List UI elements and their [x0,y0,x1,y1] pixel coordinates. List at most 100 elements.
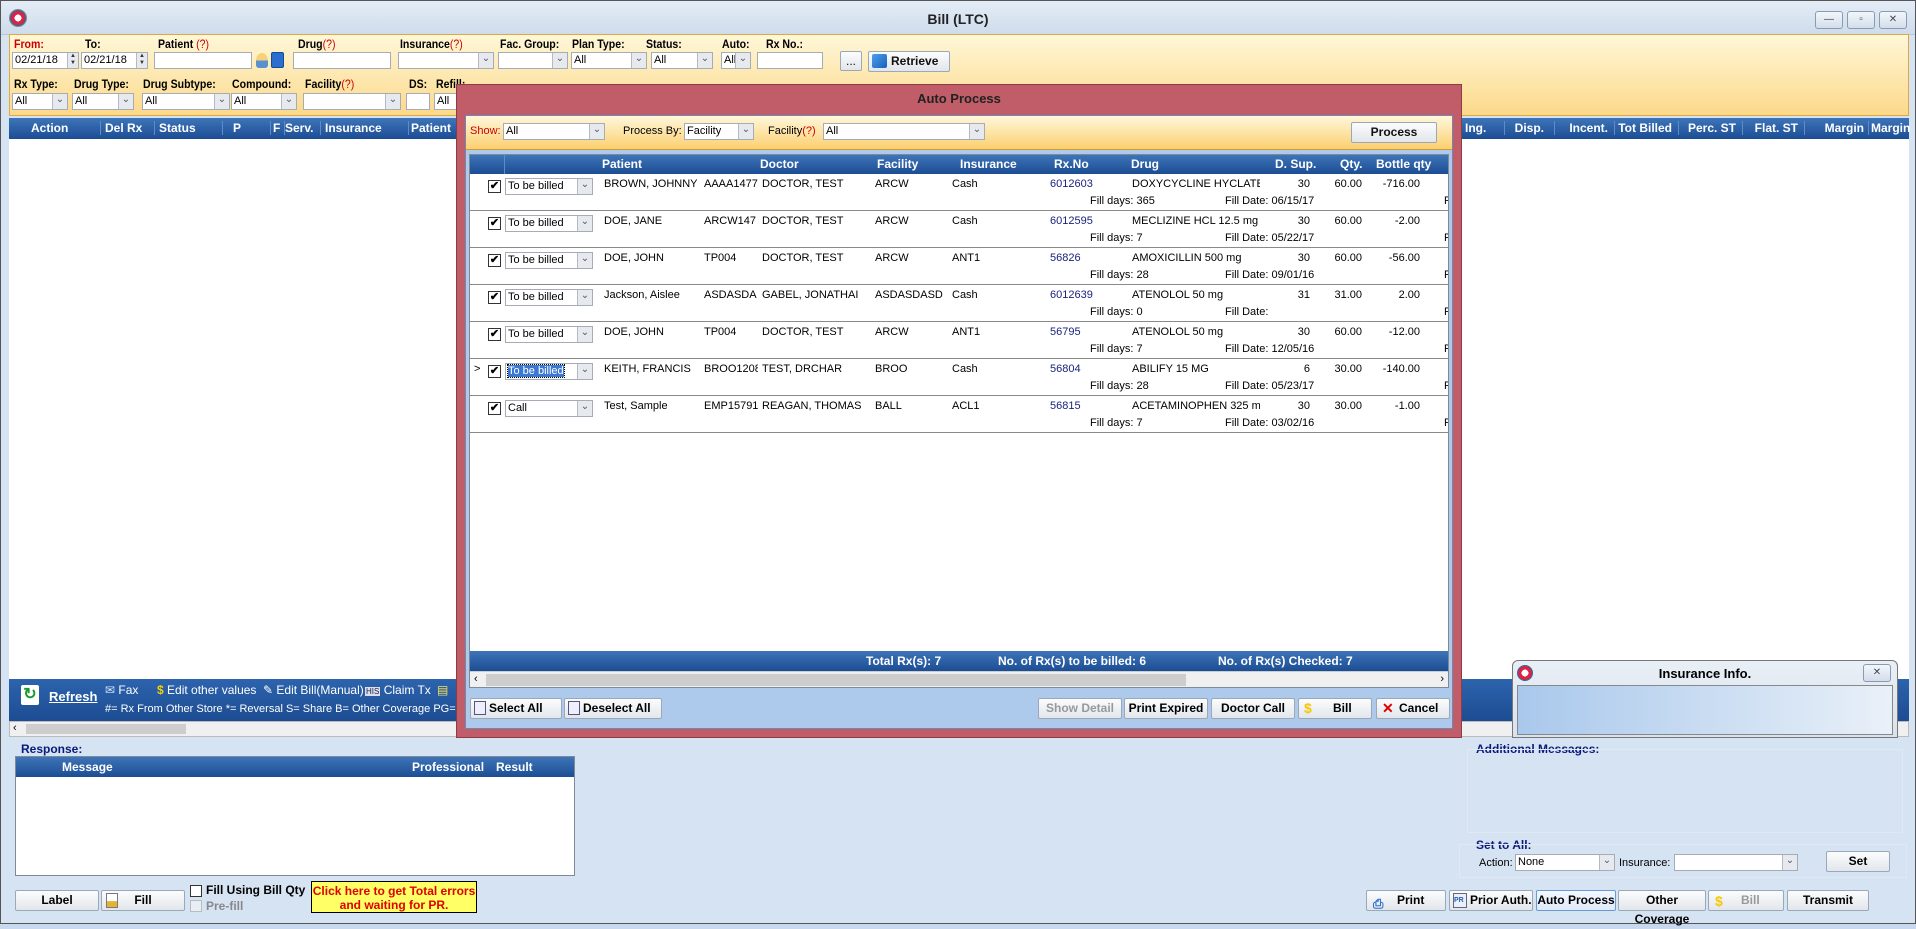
col-message[interactable]: Message [62,760,113,774]
col-qty[interactable]: Qty. [1340,157,1362,171]
col-margin[interactable]: Margin [1807,121,1869,135]
rx-row[interactable]: ✔ Call Test, Sample EMP15791 REAGAN, THOMAS B… [470,396,1448,433]
col-ing[interactable]: Ing. [1465,121,1505,135]
scroll-thumb[interactable] [486,674,1186,686]
to-date-field[interactable]: 02/21/18 ▲ ▼ [81,52,148,69]
col-bottle-qty[interactable]: Bottle qty [1376,157,1431,171]
plan-type-select[interactable]: All [571,52,647,69]
process-button[interactable]: Process [1351,122,1437,143]
row-checkbox[interactable]: ✔ [488,217,501,230]
col-insurance[interactable]: Insurance [960,157,1017,171]
row-action-select[interactable]: To be billed [505,215,593,232]
scroll-left-arrow[interactable]: ‹ [13,722,17,734]
rx-row[interactable]: ✔ To be billed DOE, JOHN TP004 DOCTOR, TEST A… [470,322,1448,359]
col-insurance[interactable]: Insurance [325,121,409,135]
print-button[interactable]: ⎙ Print [1366,890,1446,911]
fax-button[interactable]: ✉ Fax [105,683,138,697]
col-tot-billed[interactable]: Tot Billed [1617,121,1679,135]
cancel-button[interactable]: ✕ Cancel [1376,698,1450,719]
auto-process-horizontal-scrollbar[interactable]: ‹ › [470,671,1448,687]
row-rx-no[interactable]: 6012639 [1050,289,1110,301]
set-insurance-select[interactable] [1674,854,1798,871]
facility-select[interactable] [303,93,401,110]
set-button[interactable]: Set [1826,851,1890,872]
row-rx-no[interactable]: 56815 [1050,400,1110,412]
rx-row[interactable]: ✔ To be billed DOE, JOHN TP004 DOCTOR, TEST A… [470,248,1448,285]
col-patient[interactable]: Patient [411,121,461,135]
rx-row[interactable]: ✔ To be billed DOE, JANE ARCW147 DOCTOR, TES… [470,211,1448,248]
col-disp[interactable]: Disp. [1507,121,1555,135]
compound-select[interactable]: All [231,93,297,110]
row-checkbox[interactable]: ✔ [488,291,501,304]
from-date-spinner[interactable]: ▲ ▼ [67,53,78,68]
row-action-select[interactable]: To be billed [505,326,593,343]
row-action-select[interactable]: To be billed [505,252,593,269]
col-f[interactable]: F [273,121,285,135]
fill-button[interactable]: Fill [101,890,185,911]
restore-button[interactable]: ▫ [1847,11,1875,29]
show-select[interactable]: All [503,123,605,140]
col-serv[interactable]: Serv. [285,121,321,135]
process-by-select[interactable]: Facility [684,123,754,140]
patient-input[interactable] [154,52,252,69]
fac-group-select[interactable] [498,52,568,69]
to-date-spinner[interactable]: ▲ ▼ [136,53,147,68]
col-patient[interactable]: Patient [602,157,642,171]
row-action-select[interactable]: Call [505,400,593,417]
prior-auth-button[interactable]: PR Prior Auth. [1449,890,1533,911]
col-days-supply[interactable]: D. Sup. [1275,157,1316,171]
row-checkbox[interactable]: ✔ [488,365,501,378]
insurance-select[interactable] [398,52,494,69]
insurance-info-close-button[interactable]: ✕ [1863,664,1891,682]
other-coverage-button[interactable]: Other Coverage [1618,890,1706,926]
row-rx-no[interactable]: 6012603 [1050,178,1110,190]
doctor-call-button[interactable]: Doctor Call [1211,698,1295,719]
notes-icon[interactable]: ▤ [437,683,448,697]
row-action-select[interactable]: To be billed [505,363,593,380]
drug-input[interactable] [293,52,391,69]
col-drug[interactable]: Drug [1131,157,1159,171]
row-rx-no[interactable]: 56804 [1050,363,1110,375]
auto-select[interactable]: All [721,52,751,69]
scroll-right-arrow[interactable]: › [1440,673,1444,685]
errors-waiting-pr-notice[interactable]: Click here to get Total errors and waiti… [311,881,477,913]
col-result[interactable]: Result [496,760,533,774]
rx-row[interactable]: ✔ To be billed Jackson, Aislee ASDASDA GABEL… [470,285,1448,322]
col-perc-st[interactable]: Perc. ST [1681,121,1743,135]
row-checkbox[interactable]: ✔ [488,402,501,415]
print-expired-button[interactable]: Print Expired [1124,698,1208,719]
bill-button[interactable]: $ Bill [1298,698,1372,719]
row-rx-no[interactable]: 6012595 [1050,215,1110,227]
col-del-rx[interactable]: Del Rx [105,121,155,135]
col-facility[interactable]: Facility [877,157,918,171]
col-rx-no[interactable]: Rx.No [1054,157,1089,171]
select-all-button[interactable]: Select All [470,698,562,719]
drug-subtype-select[interactable]: All [142,93,230,110]
scroll-left-arrow[interactable]: ‹ [474,673,478,685]
fill-using-bill-qty-checkbox[interactable] [190,885,202,897]
row-rx-no[interactable]: 56795 [1050,326,1110,338]
row-action-select[interactable]: To be billed [505,178,593,195]
row-rx-no[interactable]: 56826 [1050,252,1110,264]
label-button[interactable]: Label [15,890,99,911]
pre-fill-checkbox[interactable] [190,900,202,912]
row-checkbox[interactable]: ✔ [488,328,501,341]
col-doctor[interactable]: Doctor [760,157,799,171]
patient-list-icon[interactable] [271,52,284,68]
show-detail-button[interactable]: Show Detail [1038,698,1122,719]
edit-bill-manual-button[interactable]: ✎ Edit Bill(Manual) [263,683,364,697]
rx-no-input[interactable] [757,52,823,69]
rx-row[interactable]: ✔ To be billed BROWN, JOHNNY AAAA1477 DOCTOR… [470,174,1448,211]
auto-process-button[interactable]: Auto Process [1536,890,1616,911]
refresh-link[interactable]: Refresh [49,689,97,704]
col-professional[interactable]: Professional [412,760,484,774]
rx-row[interactable]: > ✔ To be billed KEITH, FRANCIS BROO1208 TEST… [470,359,1448,396]
claim-tx-button[interactable]: HIS Claim Tx [365,683,431,697]
col-action[interactable]: Action [31,121,101,135]
edit-other-values-button[interactable]: $ Edit other values [157,683,256,697]
rx-type-select[interactable]: All [12,93,68,110]
transmit-button[interactable]: Transmit [1787,890,1869,911]
col-margin-2[interactable]: Margin [1871,121,1911,135]
more-options-button[interactable]: ... [840,51,862,71]
ds-input[interactable] [406,93,430,110]
